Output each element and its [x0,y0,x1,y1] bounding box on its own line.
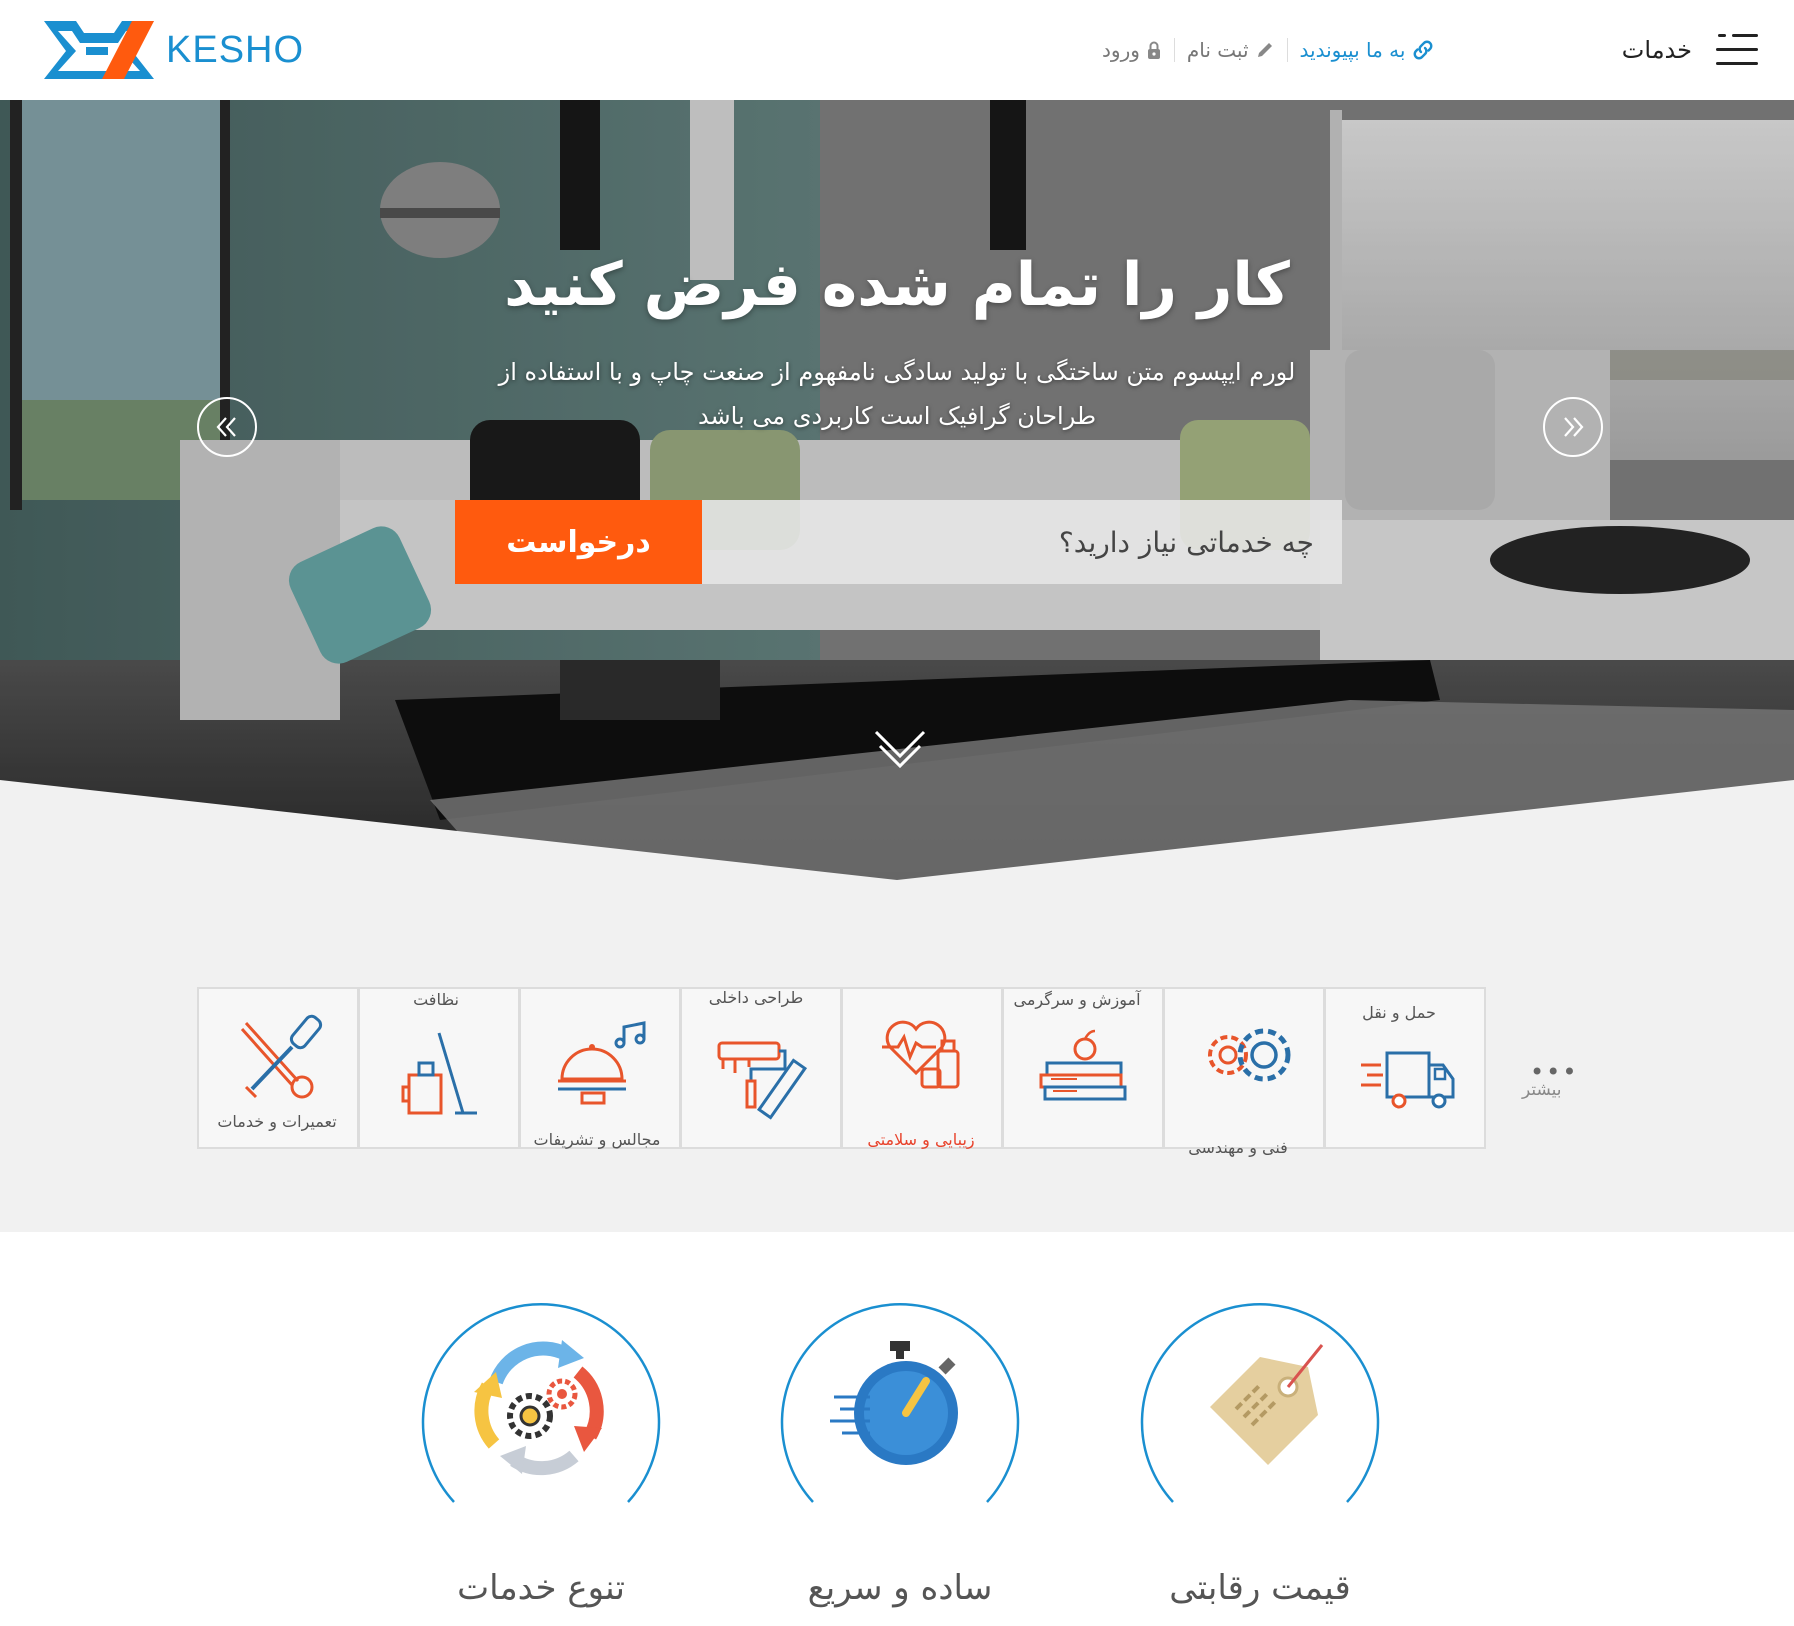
hamburger-icon [1716,30,1758,70]
scroll-down-icon[interactable] [870,720,930,780]
category-beauty-health[interactable] [841,987,1003,1149]
signup-link[interactable]: ثبت نام [1173,38,1287,62]
services-menu-button[interactable]: خدمات [1622,28,1758,72]
feature-label-competitive-price: قیمت رقابتی [1169,1568,1351,1608]
truck-icon [1361,1051,1455,1109]
login-label: ورود [1102,38,1140,62]
category-education[interactable] [1002,987,1164,1149]
heart-cosmetics-icon [882,1020,960,1089]
services-label: خدمات [1621,36,1692,64]
request-button[interactable]: درخواست [455,500,702,584]
logo-text: KESHO [166,28,305,71]
wrench-screwdriver-icon [240,1014,323,1099]
feature-simple-fast: ساده و سریع [777,1292,1023,1608]
feature-competitive-price: قیمت رقابتی [1137,1292,1383,1608]
service-search-form: درخواست [455,500,1342,584]
cycle-gears-icon [474,1340,604,1476]
join-link[interactable]: به ما بپیوندید [1286,38,1448,62]
feature-service-variety: تنوع خدمات [418,1292,664,1608]
gears-icon [1208,1028,1291,1082]
service-search-input[interactable] [702,500,1342,584]
category-label-beauty-health: زیبایی و سلامتی [867,1130,975,1149]
category-label-transport: حمل و نقل [1362,1003,1436,1022]
category-label-cleaning: نظافت [413,990,459,1009]
pencil-icon [1257,43,1272,57]
price-tag-icon [1210,1344,1324,1465]
top-nav: به ما بپیوندید ثبت نام ورود [1090,30,1447,70]
category-label-ceremonies: مجالس و تشریفات [533,1130,661,1149]
join-label: به ما بپیوندید [1299,38,1406,62]
prev-slide-button[interactable] [197,397,257,457]
link-icon [1414,40,1433,60]
double-chevron-right-icon [1564,417,1584,437]
category-cleaning[interactable] [358,987,520,1149]
hero-subtitle: لورم ایپسوم متن ساختگی با تولید سادگی نا… [498,358,1296,430]
category-label-education: آموزش و سرگرمی [1013,990,1141,1009]
hero-section: کار را تمام شده فرض کنید لورم ایپسوم متن… [0,100,1794,880]
next-slide-button[interactable] [1543,397,1603,457]
stopwatch-icon [830,1341,958,1465]
lock-icon [1147,41,1160,59]
categories-section: ••• بیشتر حمل و نقل فنی و مهندسی آموزش و… [0,880,1794,1232]
mop-bucket-icon [401,1032,477,1115]
double-chevron-left-icon [216,417,236,437]
feature-label-simple-fast: ساده و سریع [807,1568,993,1608]
category-interior-design[interactable] [680,987,842,1149]
kesho-logo-icon [44,21,154,79]
category-engineering[interactable] [1163,987,1325,1149]
logo[interactable]: KESHO [40,18,304,82]
category-label-interior-design: طراحی داخلی [708,988,804,1007]
category-label-engineering: فنی و مهندسی [1188,1138,1288,1157]
more-categories-link[interactable]: بیشتر [1522,1080,1562,1100]
feature-label-service-variety: تنوع خدمات [457,1568,625,1608]
signup-label: ثبت نام [1186,38,1249,62]
books-icon [1039,1029,1127,1101]
hero-title: کار را تمام شده فرض کنید [504,250,1290,320]
site-header: KESHO به ما بپیوندید ثبت نام ورود خدمات [0,0,1794,100]
food-tray-icon [558,1021,646,1105]
login-link[interactable]: ورود [1090,38,1174,62]
category-label-repairs: تعمیرات و خدمات [217,1112,337,1131]
features-section: قیمت رقابتی ساده و سریع تنوع خدمات [0,1232,1794,1626]
paint-roller-icon [717,1041,808,1120]
category-ceremonies[interactable] [519,987,681,1149]
